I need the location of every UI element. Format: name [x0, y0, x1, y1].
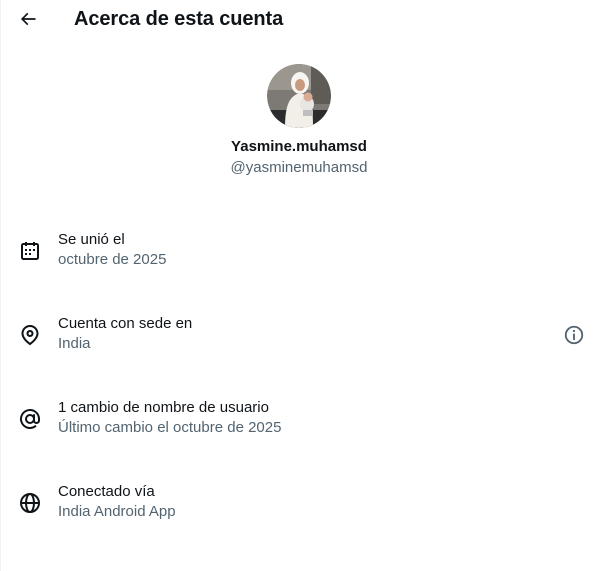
- globe-icon: [18, 491, 42, 515]
- location-value: India: [58, 335, 91, 352]
- joined-label: Se unió el: [58, 231, 125, 248]
- detail-row-location: Cuenta con sede en India: [1, 314, 596, 358]
- profile-photo: [267, 64, 331, 128]
- calendar-icon: [18, 239, 42, 263]
- username-changes-label: 1 cambio de nombre de usuario: [58, 399, 269, 416]
- at-sign-icon: [18, 407, 42, 431]
- username-last-change: Último cambio el octubre de 2025: [58, 419, 282, 436]
- avatar[interactable]: [267, 64, 331, 128]
- username-handle: @yasminemuhamsd: [230, 159, 368, 176]
- connected-via-label: Conectado vía: [58, 483, 155, 500]
- connected-via-value: India Android App: [58, 503, 176, 520]
- page-title: Acerca de esta cuenta: [74, 8, 284, 30]
- location-pin-icon: [18, 323, 42, 347]
- location-info-button[interactable]: [562, 323, 586, 347]
- info-icon: [564, 325, 584, 345]
- profile-summary: Yasmine.muhamsd @yasminemuhamsd: [1, 64, 596, 177]
- detail-row-username-changes: 1 cambio de nombre de usuario Último cam…: [1, 398, 596, 442]
- location-label: Cuenta con sede en: [58, 315, 193, 332]
- display-name: Yasmine.muhamsd: [231, 138, 367, 155]
- arrow-left-icon: [20, 12, 36, 26]
- back-button[interactable]: [12, 3, 44, 35]
- joined-date: octubre de 2025: [58, 251, 167, 268]
- page-header: Acerca de esta cuenta: [1, 0, 596, 38]
- detail-row-joined: Se unió el octubre de 2025: [1, 230, 596, 274]
- detail-row-connected-via: Conectado vía India Android App: [1, 482, 596, 526]
- about-account-page: Acerca de esta cuenta Yasmine.muhamsd @y…: [0, 0, 596, 571]
